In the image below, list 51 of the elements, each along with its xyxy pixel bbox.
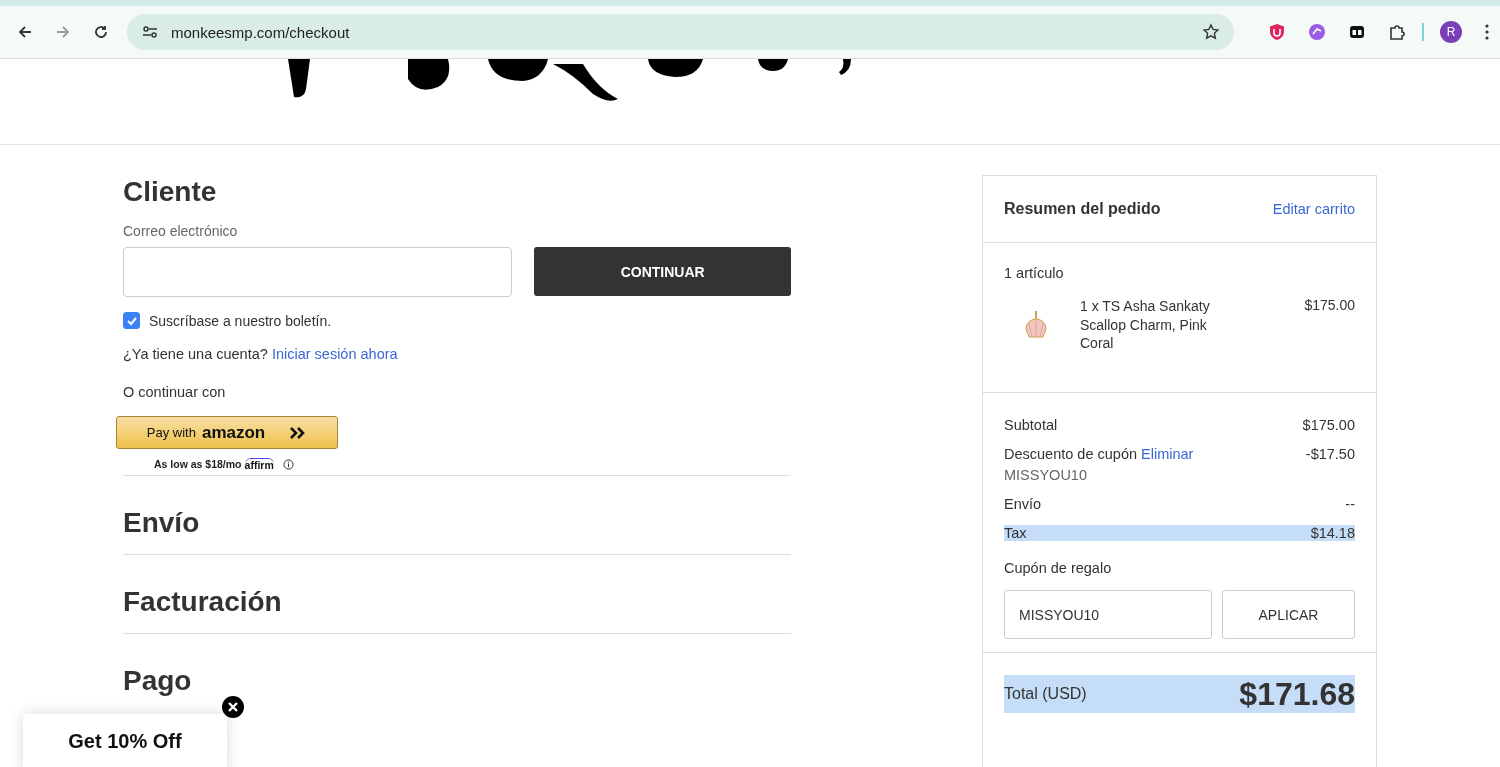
row-label: Tax (1004, 525, 1027, 541)
row-label: Subtotal (1004, 417, 1058, 433)
gift-coupon-label: Cupón de regalo (1004, 560, 1113, 576)
total-value: $171.68 (1239, 675, 1355, 713)
item-name: 1 x TS Asha Sankaty Scallop Charm, Pink Coral (1080, 297, 1211, 353)
popup-text: Get 10% Off (68, 730, 182, 754)
section-heading: Envío (123, 506, 201, 540)
sign-in-link[interactable]: Iniciar sesión ahora (271, 346, 398, 362)
item-count: 1 artículo (1004, 265, 1065, 281)
bookmark-star-icon[interactable] (1202, 23, 1220, 41)
account-prompt: ¿Ya tiene una cuenta? Iniciar sesión ahora (123, 346, 399, 362)
apply-button[interactable]: APLICAR (1222, 590, 1355, 639)
reload-icon[interactable] (93, 24, 109, 40)
row-value: $175.00 (1302, 417, 1355, 433)
row-label: Descuento de cupón Eliminar (1004, 446, 1194, 462)
puzzle-icon[interactable] (1388, 23, 1406, 41)
remove-link[interactable]: Eliminar (1141, 446, 1194, 462)
email-field[interactable] (123, 247, 513, 297)
site-settings-icon[interactable] (141, 23, 159, 41)
total-label: Total (USD) (1004, 685, 1087, 703)
profile-avatar[interactable]: R (1440, 21, 1462, 43)
extension-icon[interactable] (1348, 23, 1366, 41)
row-value: -- (1345, 496, 1355, 512)
close-icon[interactable] (222, 696, 244, 718)
affirm-logo: affirm (244, 457, 274, 471)
coupon-code: MISSYOU10 (1004, 467, 1088, 483)
field-label: Correo electrónico (123, 223, 239, 239)
row-value: $14.18 (1310, 525, 1355, 541)
row-label: Envío (1004, 496, 1042, 512)
discount-popup[interactable]: Get 10% Off (23, 714, 227, 767)
back-icon[interactable] (17, 24, 33, 40)
menu-icon[interactable] (1484, 23, 1490, 41)
url-text: monkeesmp.com/checkout (171, 23, 351, 41)
continue-button[interactable]: CONTINUAR (534, 247, 791, 296)
alt-payment-label: O continuar con (123, 384, 227, 400)
address-bar[interactable]: monkeesmp.com/checkout (127, 14, 1234, 50)
edit-cart-link[interactable]: Editar carrito (1272, 201, 1355, 217)
forward-icon[interactable] (55, 24, 71, 40)
section-heading: Cliente (123, 175, 218, 209)
checkbox-label: Suscríbase a nuestro boletín. (149, 312, 332, 329)
amazon-pay-button[interactable]: Pay with amazon (116, 416, 338, 449)
section-heading: Pago (123, 664, 193, 698)
item-price: $175.00 (1304, 297, 1355, 315)
checkbox[interactable] (123, 312, 140, 329)
summary-title: Resumen del pedido (1004, 200, 1161, 218)
coupon-field[interactable]: MISSYOU10 (1004, 590, 1212, 639)
financing-text: As low as $18/mo (154, 458, 242, 470)
info-icon[interactable] (282, 458, 294, 470)
section-heading: Facturación (123, 585, 283, 619)
shield-icon[interactable] (1268, 23, 1286, 41)
row-value: -$17.50 (1305, 446, 1355, 464)
